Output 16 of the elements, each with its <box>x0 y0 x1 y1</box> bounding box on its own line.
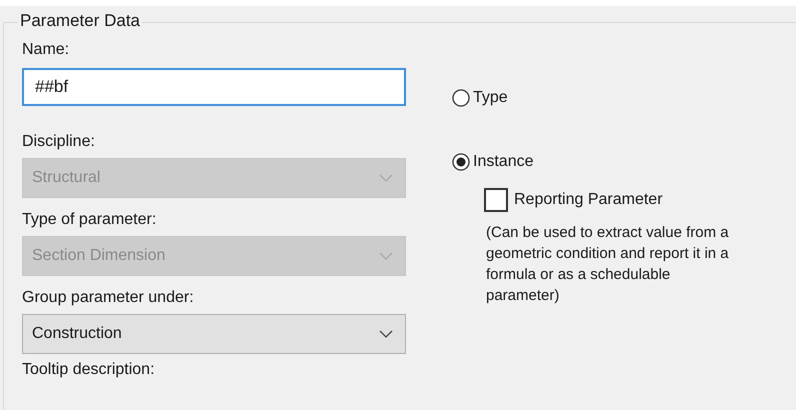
field-label: Type of parameter: <box>22 210 158 230</box>
field-label: Discipline: <box>22 132 96 152</box>
help-text: (Can be used to extract value from a geometric condition and report it in a formula or as a schedulable parameter) <box>486 223 730 306</box>
radio-label[interactable]: Instance <box>473 150 534 174</box>
chevron-down-icon <box>379 252 393 260</box>
radio-button[interactable] <box>452 89 470 107</box>
field-label: Name: <box>22 40 70 60</box>
name-input[interactable]: ##bf <box>22 68 406 106</box>
dropdown[interactable]: Construction <box>22 314 406 354</box>
field-label: Group parameter under: <box>22 288 195 308</box>
radio-button[interactable] <box>452 153 470 171</box>
chevron-down-icon <box>379 174 393 182</box>
chevron-down-icon <box>379 330 393 338</box>
reporting-checkbox[interactable]: Reporting Parameter <box>484 188 736 212</box>
field-label: Tooltip description: <box>22 360 156 380</box>
radio-label[interactable]: Type <box>473 86 508 110</box>
